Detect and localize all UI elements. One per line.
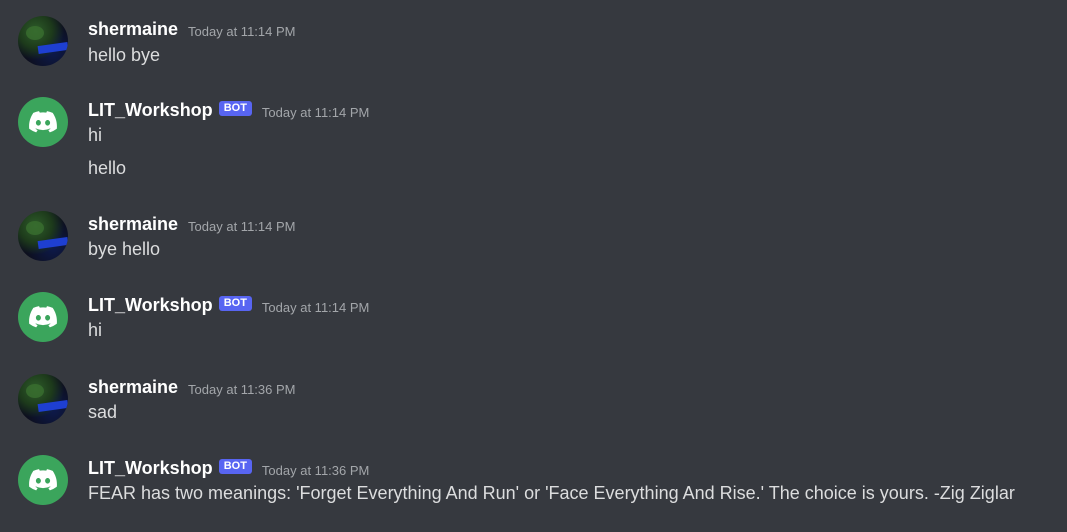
username[interactable]: LIT_Workshop: [88, 100, 213, 121]
username[interactable]: LIT_Workshop: [88, 458, 213, 479]
avatar-decoration: [26, 221, 44, 235]
bot-tag: BOT: [218, 100, 252, 116]
user-avatar[interactable]: [18, 16, 68, 66]
timestamp[interactable]: Today at 11:14 PM: [262, 105, 369, 120]
bot-avatar[interactable]: [18, 97, 68, 147]
message-text: hello: [88, 158, 127, 178]
discord-logo-icon: [29, 306, 57, 328]
message-text: FEAR has two meanings: 'Forget Everythin…: [88, 483, 1015, 503]
message-header: shermaine Today at 11:14 PM: [88, 213, 295, 235]
bot-avatar[interactable]: [18, 455, 68, 505]
user-avatar[interactable]: [18, 211, 68, 261]
message-header: shermaine Today at 11:14 PM: [88, 18, 295, 40]
timestamp[interactable]: Today at 11:14 PM: [188, 24, 295, 39]
message-text: hello bye: [88, 45, 161, 65]
avatar-decoration: [26, 384, 44, 398]
avatar-decoration: [37, 399, 68, 413]
avatar-decoration: [37, 236, 68, 250]
timestamp[interactable]: Today at 11:36 PM: [188, 382, 295, 397]
message-text: hi: [88, 320, 103, 340]
bot-tag: BOT: [218, 295, 252, 311]
username[interactable]: shermaine: [88, 214, 178, 235]
message-text: hi: [88, 125, 103, 145]
message-header: shermaine Today at 11:36 PM: [88, 376, 295, 398]
username[interactable]: shermaine: [88, 377, 178, 398]
timestamp[interactable]: Today at 11:36 PM: [262, 463, 369, 478]
avatar-decoration: [26, 26, 44, 40]
username[interactable]: shermaine: [88, 19, 178, 40]
chat-message-list: shermaine Today at 11:14 PM hello bye LI…: [0, 0, 1067, 532]
message-text: bye hello: [88, 239, 161, 259]
timestamp[interactable]: Today at 11:14 PM: [188, 219, 295, 234]
avatar-decoration: [37, 41, 68, 55]
message-text: sad: [88, 402, 118, 422]
discord-logo-icon: [29, 469, 57, 491]
bot-tag: BOT: [218, 458, 252, 474]
timestamp[interactable]: Today at 11:14 PM: [262, 300, 369, 315]
username[interactable]: LIT_Workshop: [88, 295, 213, 316]
message-header: LIT_Workshop BOT Today at 11:36 PM: [88, 457, 369, 479]
message-header: LIT_Workshop BOT Today at 11:14 PM: [88, 294, 369, 316]
user-avatar[interactable]: [18, 374, 68, 424]
message-header: LIT_Workshop BOT Today at 11:14 PM: [88, 99, 369, 121]
discord-logo-icon: [29, 111, 57, 133]
bot-avatar[interactable]: [18, 292, 68, 342]
